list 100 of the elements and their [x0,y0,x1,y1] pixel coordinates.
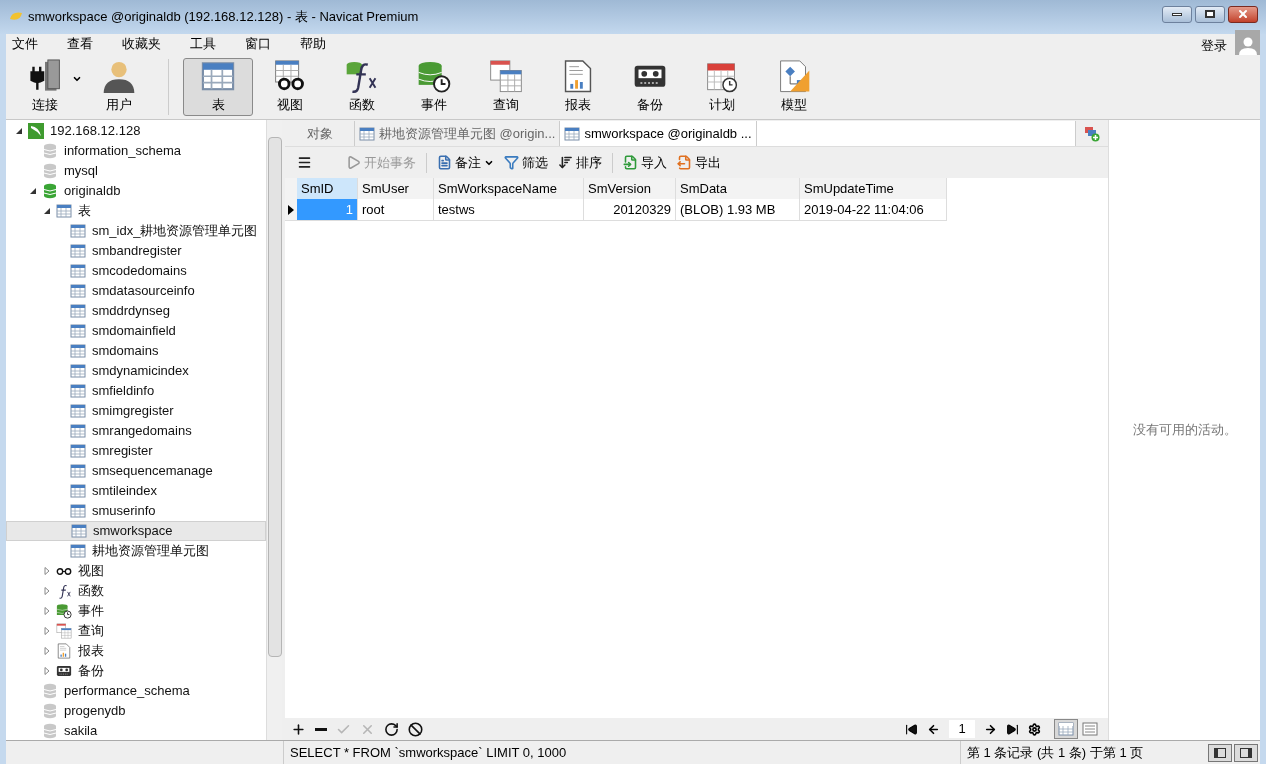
toolbar-button[interactable]: 查询 [471,57,541,116]
table-cell[interactable]: (BLOB) 1.93 MB [676,199,800,221]
table-cell[interactable]: 2019-04-22 11:04:06 [800,199,947,221]
tree-item[interactable]: smrangedomains [6,421,266,441]
record-button[interactable] [291,721,306,737]
tree-item[interactable]: smdatasourceinfo [6,281,266,301]
menu-item[interactable]: 收藏夹 [116,34,167,54]
last-page-icon[interactable] [1006,722,1019,736]
current-row-icon [288,204,294,215]
menu-item[interactable]: 窗口 [239,34,277,54]
tree-item[interactable]: 事件 [6,601,266,621]
collapsed-arrow-icon[interactable] [43,607,51,615]
menu-item[interactable]: 文件 [6,34,44,54]
table-icon [70,363,86,379]
table-icon [70,463,86,479]
column-header[interactable]: SmVersion [584,178,676,199]
tree-item[interactable]: smregister [6,441,266,461]
column-header[interactable]: SmData [676,178,800,199]
tree-item[interactable]: 耕地资源管理单元图 [6,541,266,561]
expanded-arrow-icon[interactable] [15,127,23,135]
toolbar-button[interactable]: 导入 [621,152,669,173]
tree-item[interactable]: originaldb [6,181,266,201]
tree-item[interactable]: 视图 [6,561,266,581]
menu-item[interactable]: 帮助 [294,34,332,54]
toolbar-button[interactable]: 视图 [255,57,325,116]
tree-item[interactable]: 报表 [6,641,266,661]
plug-server-icon [27,58,63,93]
menu-item[interactable]: 工具 [184,34,222,54]
filter-icon [504,155,519,170]
toolbar-button[interactable]: 筛选 [502,152,550,173]
toolbar-button[interactable]: 连接 [10,57,80,116]
toolbar-button[interactable]: 备份 [615,57,685,116]
tree-item[interactable]: smdomains [6,341,266,361]
left-panel-toggle-button[interactable] [1208,743,1232,762]
maximize-button[interactable] [1195,5,1225,23]
table-cell[interactable]: root [358,199,434,221]
minimize-button[interactable] [1162,5,1192,23]
menu-item[interactable]: 查看 [61,34,99,54]
tree-item[interactable]: smcodedomains [6,261,266,281]
column-header[interactable]: SmUser [358,178,434,199]
tree-item[interactable]: smsequencemanage [6,461,266,481]
toolbar-button[interactable]: 表 [183,57,253,116]
column-header[interactable]: SmWorkspaceName [434,178,584,199]
record-button[interactable] [315,727,327,731]
scrollbar[interactable] [266,120,282,740]
tree-item[interactable]: smworkspace [6,521,266,541]
column-header[interactable]: SmUpdateTime [800,178,947,199]
table-cell[interactable]: testws [434,199,584,221]
tree-item[interactable]: 备份 [6,661,266,681]
minus-icon [315,727,327,731]
toolbar-button[interactable]: 函数 [327,57,397,116]
tree-item[interactable]: sm_idx_耕地资源管理单元图 [6,221,266,241]
tree-item[interactable]: 表 [6,201,266,221]
tree-item[interactable]: progenydb [6,701,266,721]
import-icon [623,155,638,170]
tree-item[interactable]: mysql [6,161,266,181]
tree-item[interactable]: smtileindex [6,481,266,501]
toolbar-button[interactable]: 计划 [687,57,757,116]
table-cell[interactable]: 20120329 [584,199,676,221]
tree-item[interactable]: information_schema [6,141,266,161]
collapsed-arrow-icon[interactable] [43,647,51,655]
tree-item[interactable]: smfieldinfo [6,381,266,401]
collapsed-arrow-icon[interactable] [43,567,51,575]
expanded-arrow-icon[interactable] [43,207,51,215]
collapsed-arrow-icon[interactable] [43,627,51,635]
toolbar-button[interactable]: 报表 [543,57,613,116]
expanded-arrow-icon[interactable] [29,187,37,195]
column-header[interactable]: SmID [297,178,358,199]
grid-view-button[interactable] [1054,719,1078,739]
next-page-icon[interactable] [984,722,997,736]
tree-item[interactable]: 函数 [6,581,266,601]
close-button[interactable] [1228,5,1258,23]
record-button[interactable] [408,721,423,737]
tree-item[interactable]: sakila [6,721,266,740]
right-panel-toggle-button[interactable] [1234,743,1258,762]
tree-item[interactable]: performance_schema [6,681,266,701]
tab[interactable]: smworkspace @originaldb ... [560,121,757,146]
tree-item[interactable]: smimgregister [6,401,266,421]
tree-item[interactable]: smdomainfield [6,321,266,341]
toolbar-button[interactable]: 备注 [435,152,496,173]
tree-item[interactable]: smbandregister [6,241,266,261]
tree-item[interactable]: smdynamicindex [6,361,266,381]
tree-item[interactable]: smddrdynseg [6,301,266,321]
tree-item[interactable]: 192.168.12.128 [6,121,266,141]
settings-icon[interactable] [1028,722,1041,736]
toolbar-button[interactable]: 用户 [84,57,154,116]
tree-item[interactable]: 查询 [6,621,266,641]
collapsed-arrow-icon[interactable] [43,587,51,595]
toolbar-button[interactable]: 排序 [556,152,604,173]
previous-page-icon[interactable] [927,722,940,736]
tree-item[interactable]: smuserinfo [6,501,266,521]
toolbar-button[interactable]: 导出 [675,152,723,173]
new-tab-icon[interactable] [1084,125,1100,142]
page-field[interactable]: 1 [949,720,975,738]
toolbar-button[interactable]: 模型 [759,57,829,116]
record-button[interactable] [384,721,399,737]
collapsed-arrow-icon[interactable] [43,667,51,675]
login-link[interactable]: 登录 [1201,36,1227,56]
first-page-icon[interactable] [905,722,918,736]
toolbar-button[interactable]: 事件 [399,57,469,116]
